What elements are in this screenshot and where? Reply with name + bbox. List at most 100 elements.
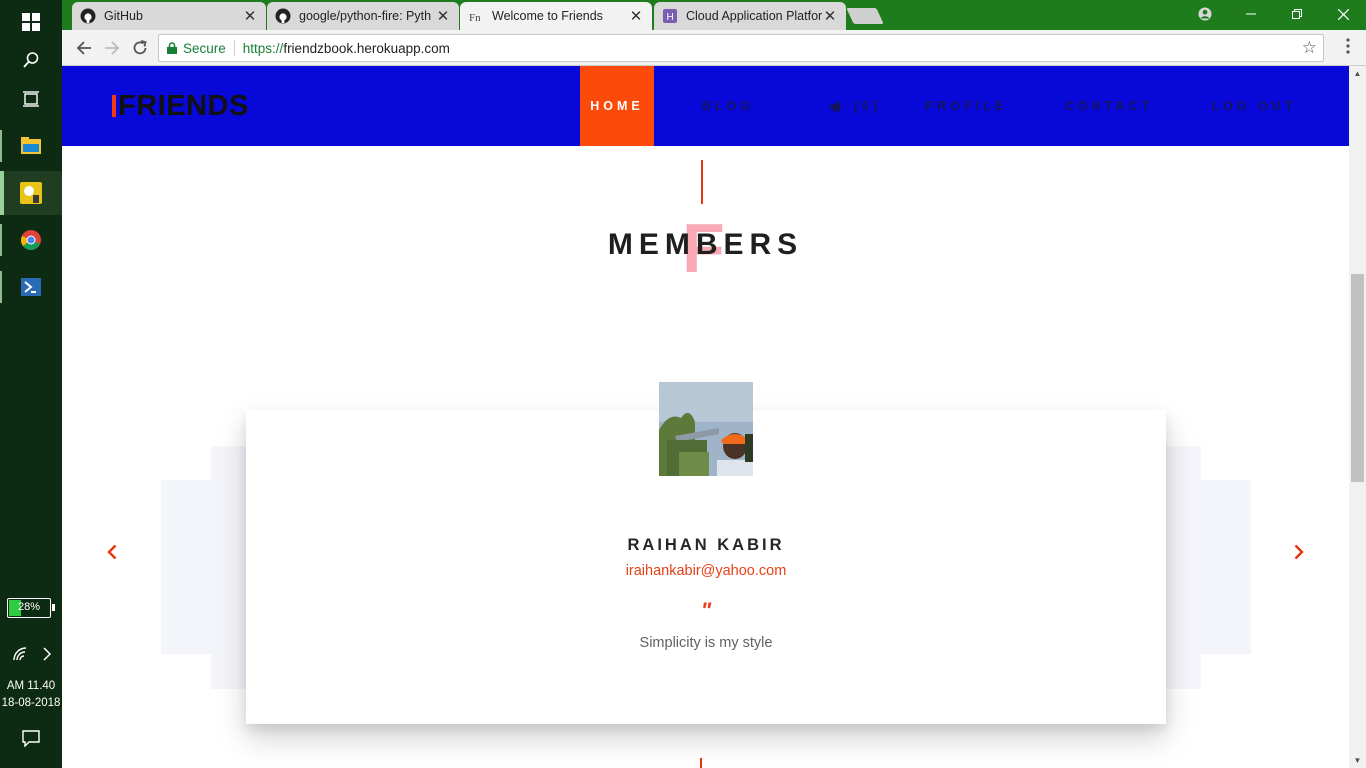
- restore-icon: [1292, 9, 1302, 19]
- nav-profile[interactable]: PROFILE: [912, 66, 1020, 146]
- svg-text:Fn: Fn: [469, 12, 481, 24]
- scrollbar-thumb[interactable]: [1351, 274, 1364, 482]
- tab-close-icon[interactable]: ✕: [628, 7, 644, 25]
- restore-button[interactable]: [1274, 0, 1320, 28]
- battery-indicator[interactable]: 28%: [7, 598, 55, 618]
- minimize-button[interactable]: [1228, 0, 1274, 28]
- powershell-icon: [21, 278, 41, 296]
- minimize-icon: [1246, 13, 1256, 15]
- browser-toolbar: Secure https:// friendzbook.herokuapp.co…: [62, 30, 1366, 66]
- security-indicator[interactable]: Secure: [167, 41, 226, 56]
- back-button[interactable]: [72, 36, 96, 60]
- github-icon: [275, 8, 291, 24]
- chevron-right-icon: [1294, 544, 1304, 560]
- arrow-right-icon: [105, 41, 120, 55]
- carousel-next-button[interactable]: [1287, 540, 1311, 564]
- nav-notifications[interactable]: [0]: [802, 66, 908, 146]
- browser-tab-strip: GitHub ✕ google/python-fire: Pyth ✕ Fn W…: [62, 0, 1366, 30]
- url-host: friendzbook.herokuapp.com: [283, 40, 450, 56]
- scroll-up-icon[interactable]: ▲: [1349, 69, 1366, 78]
- notification-icon: [22, 730, 40, 747]
- windows-taskbar: 28% AM 11.40 18-08-2018: [0, 0, 62, 768]
- page-scrollbar[interactable]: ▲ ▼: [1349, 66, 1366, 768]
- section-divider-line: [701, 160, 703, 204]
- member-quote: Simplicity is my style: [639, 635, 773, 651]
- close-window-button[interactable]: [1320, 0, 1366, 28]
- folder-icon: [21, 137, 41, 154]
- logo-accent-bar: [112, 95, 116, 117]
- tab-close-icon[interactable]: ✕: [822, 7, 838, 25]
- member-email[interactable]: iraihankabir@yahoo.com: [246, 563, 1166, 579]
- divider: [233, 40, 235, 56]
- reload-icon: [133, 40, 147, 55]
- tab-python-fire[interactable]: google/python-fire: Pyth ✕: [267, 2, 459, 30]
- nav-logout[interactable]: LOG OUT: [1198, 66, 1310, 146]
- svg-text:H: H: [667, 12, 674, 23]
- user-icon: [1198, 7, 1212, 21]
- site-logo[interactable]: FRIENDS: [112, 90, 249, 122]
- tab-welcome-to-friends[interactable]: Fn Welcome to Friends ✕: [460, 2, 652, 30]
- notification-count: [0]: [853, 99, 882, 113]
- logo-text: FRIENDS: [118, 89, 249, 122]
- tab-title: Cloud Application Platfor: [686, 9, 822, 23]
- chevron-right-icon: [43, 647, 52, 661]
- taskbar-chrome[interactable]: [0, 218, 62, 262]
- chrome-icon: [21, 230, 41, 250]
- page-viewport: FRIENDS HOME BLOG [0] PROFILE CONTACT LO…: [62, 66, 1349, 768]
- carousel-prev-button[interactable]: [100, 540, 124, 564]
- tab-heroku[interactable]: H Cloud Application Platfor ✕: [654, 2, 846, 30]
- megaphone-icon: [829, 100, 844, 112]
- chevron-left-icon: [107, 544, 117, 560]
- action-center-button[interactable]: [0, 716, 62, 760]
- profile-button[interactable]: [1182, 0, 1228, 28]
- site-navbar: FRIENDS HOME BLOG [0] PROFILE CONTACT LO…: [62, 66, 1349, 146]
- network-button[interactable]: [0, 632, 40, 676]
- windows-logo-icon: [22, 13, 40, 31]
- clock-date: 18-08-2018: [1, 697, 61, 709]
- quote-mark-icon: ": [700, 598, 712, 623]
- taskbar-file-explorer[interactable]: [0, 124, 62, 168]
- secure-label: Secure: [183, 40, 226, 56]
- address-bar[interactable]: Secure https:// friendzbook.herokuapp.co…: [158, 34, 1324, 62]
- bookmark-star-icon[interactable]: ☆: [1302, 38, 1317, 58]
- taskbar-powershell[interactable]: [0, 265, 62, 309]
- tab-title: GitHub: [104, 9, 143, 23]
- reload-button[interactable]: [128, 36, 152, 60]
- new-tab-button[interactable]: [846, 8, 884, 24]
- forward-button[interactable]: [100, 36, 124, 60]
- heroku-icon: H: [662, 8, 678, 24]
- task-view-button[interactable]: [0, 77, 62, 121]
- app-icon: [20, 182, 42, 204]
- browser-menu-button[interactable]: [1336, 36, 1360, 60]
- members-heading: F MEMBERS: [62, 213, 1349, 286]
- wifi-icon: [13, 647, 27, 661]
- nav-contact[interactable]: CONTACT: [1054, 66, 1164, 146]
- lock-icon: [167, 42, 177, 54]
- nav-home[interactable]: HOME: [580, 66, 654, 146]
- tab-close-icon[interactable]: ✕: [435, 7, 451, 25]
- clock-time: AM 11.40: [6, 680, 56, 692]
- friends-favicon: Fn: [468, 8, 484, 24]
- tab-title: Welcome to Friends: [492, 9, 603, 23]
- member-avatar: [659, 382, 753, 476]
- arrow-left-icon: [76, 41, 91, 55]
- tab-github[interactable]: GitHub ✕: [72, 2, 266, 30]
- close-icon: [1337, 8, 1349, 20]
- nav-blog[interactable]: BLOG: [678, 66, 778, 146]
- member-name: RAIHAN KABIR: [627, 536, 785, 554]
- tab-close-icon[interactable]: ✕: [242, 7, 258, 25]
- taskbar-clock[interactable]: AM 11.40 18-08-2018: [0, 678, 62, 712]
- search-icon: [23, 52, 39, 68]
- battery-percent: 28%: [17, 601, 41, 613]
- github-icon: [80, 8, 96, 24]
- section-divider-line-bottom: [700, 758, 702, 768]
- tab-title: google/python-fire: Pyth: [299, 9, 432, 23]
- show-hidden-icons-button[interactable]: [36, 632, 58, 676]
- member-photo: [659, 382, 753, 476]
- taskbar-app-active[interactable]: [0, 171, 62, 215]
- url-scheme: https://: [242, 40, 284, 56]
- scroll-down-icon[interactable]: ▼: [1349, 756, 1366, 765]
- section-title: MEMBERS: [607, 228, 804, 261]
- search-button[interactable]: [0, 38, 62, 82]
- task-view-icon: [23, 91, 39, 107]
